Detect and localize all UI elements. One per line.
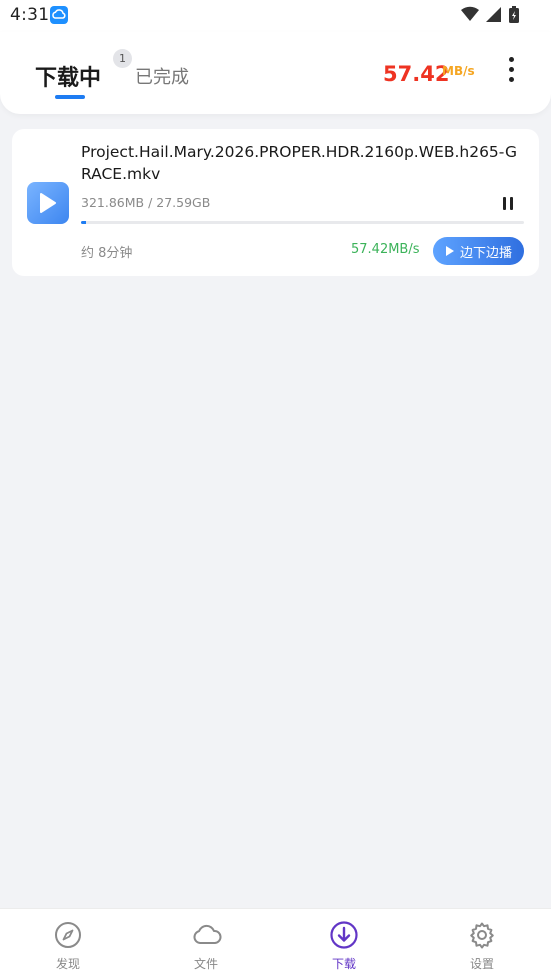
- tab-completed[interactable]: 已完成: [135, 63, 189, 89]
- download-item-card[interactable]: Project.Hail.Mary.2026.PROPER.HDR.2160p.…: [12, 129, 539, 276]
- nav-label-discover: 发现: [55, 957, 80, 971]
- signal-icon: [486, 7, 501, 22]
- pause-button[interactable]: [498, 193, 518, 215]
- tab-indicator: [55, 95, 85, 99]
- status-bar: 4:31: [0, 0, 551, 32]
- tab-downloading[interactable]: 下载中: [35, 60, 101, 92]
- file-name: Project.Hail.Mary.2026.PROPER.HDR.2160p.…: [81, 143, 517, 183]
- nav-discover[interactable]: 发现: [18, 909, 118, 980]
- nav-label-downloads: 下载: [331, 957, 356, 971]
- compass-icon: [55, 922, 81, 948]
- cloud-app-notification-icon: [50, 6, 68, 24]
- nav-settings[interactable]: 设置: [432, 909, 532, 980]
- download-circle-icon: [330, 921, 358, 949]
- nav-label-settings: 设置: [469, 957, 494, 971]
- total-speed-unit: MB/s: [442, 64, 475, 78]
- progress-bar: [81, 221, 524, 224]
- wifi-icon: [461, 6, 479, 22]
- item-speed: 57.42MB/s: [351, 242, 420, 257]
- play-while-downloading-button[interactable]: 边下边播: [433, 237, 524, 265]
- nav-downloads[interactable]: 下载: [294, 909, 394, 980]
- status-icons: [449, 6, 519, 24]
- status-time: 4:31: [10, 5, 50, 25]
- battery-icon: [509, 6, 519, 23]
- size-progress-text: 321.86MB / 27.59GB: [81, 195, 211, 210]
- progress-fill: [81, 221, 87, 224]
- nav-label-files: 文件: [193, 957, 218, 971]
- header: 下载中 1 已完成 57.42 MB/s: [0, 32, 551, 114]
- nav-files[interactable]: 文件: [156, 909, 256, 980]
- more-menu-button[interactable]: [500, 54, 522, 86]
- bottom-nav: 发现 文件 下载 设置: [0, 908, 551, 980]
- total-speed-value: 57.42: [383, 62, 450, 86]
- play-icon: [446, 246, 454, 256]
- eta-text: 约 8分钟: [81, 246, 133, 261]
- cloud-icon: [193, 924, 222, 944]
- downloading-count-badge: 1: [113, 49, 132, 68]
- gear-icon: [470, 922, 494, 949]
- play-while-label: 边下边播: [460, 246, 513, 261]
- video-file-icon: [27, 182, 69, 224]
